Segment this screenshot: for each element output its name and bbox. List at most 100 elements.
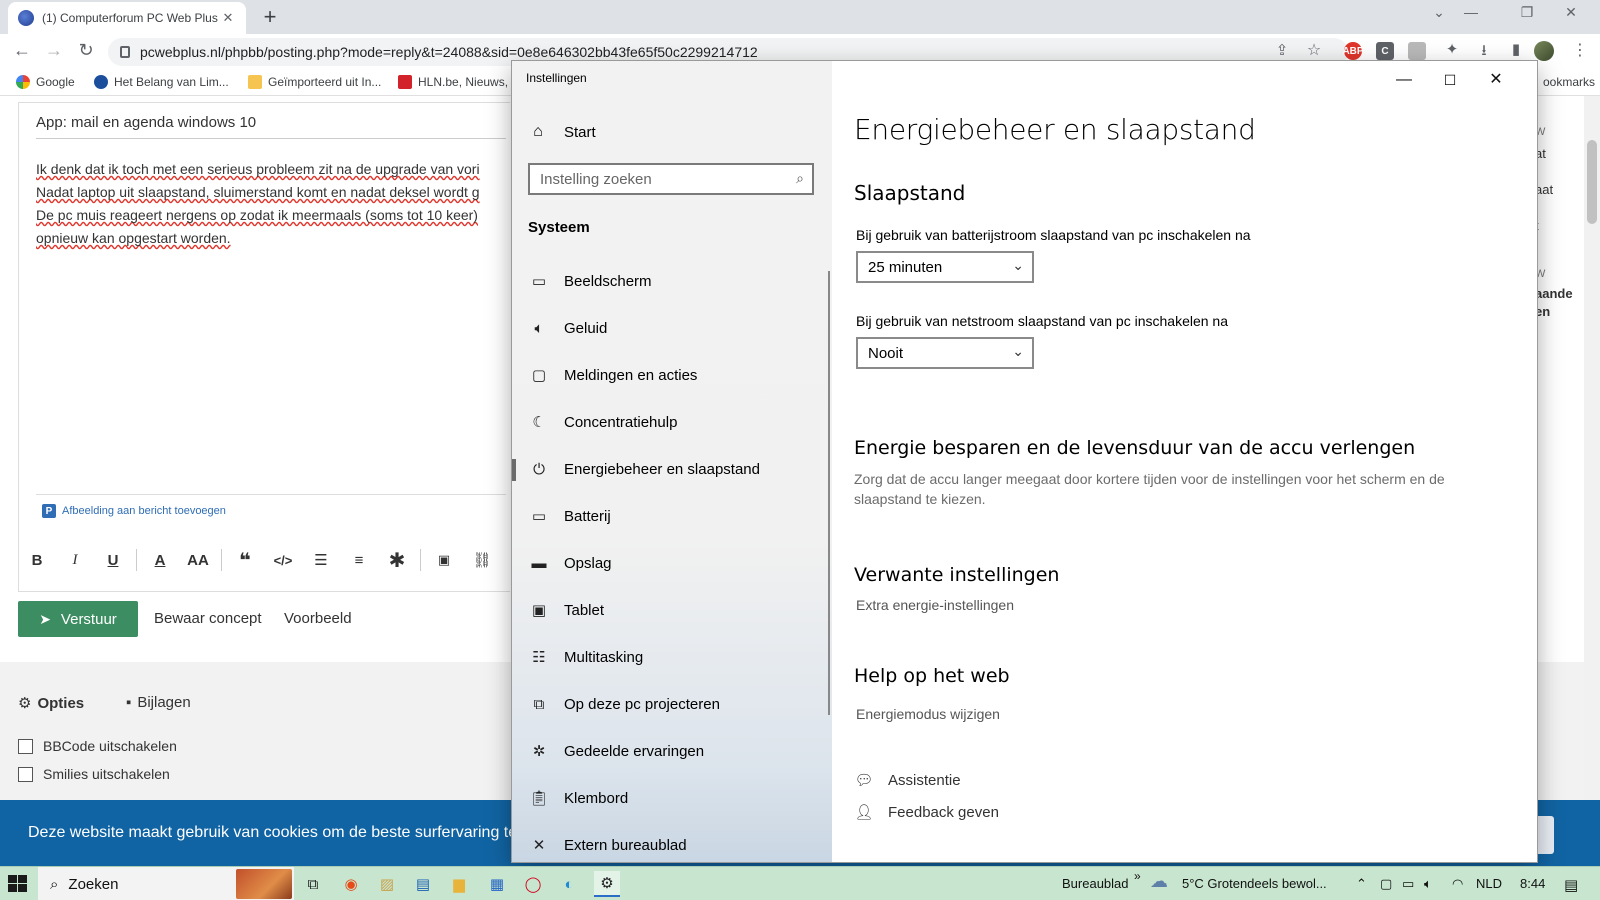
nav-item-beeldscherm[interactable]: ▭ Beeldscherm bbox=[528, 263, 828, 299]
bookmark-imported-folder[interactable]: Geïmporteerd uit In... bbox=[248, 75, 381, 89]
nav-item-energiebeheer[interactable]: ⏻ Energiebeheer en slaapstand bbox=[512, 451, 828, 487]
image-icon[interactable]: ▣ bbox=[425, 552, 463, 568]
maximize-button[interactable]: ☐ bbox=[1427, 65, 1473, 95]
bold-icon[interactable]: B bbox=[18, 552, 56, 569]
list-item-icon[interactable]: ✱ bbox=[378, 548, 416, 573]
bbcode-checkbox[interactable] bbox=[18, 738, 33, 754]
bullet-list-icon[interactable]: ☰ bbox=[302, 551, 340, 569]
tab-search-chevron-icon[interactable]: ⌄ bbox=[1424, 4, 1454, 21]
chrome-icon[interactable]: ◉ bbox=[338, 871, 364, 897]
smilies-checkbox[interactable] bbox=[18, 766, 33, 782]
attachments-tab[interactable]: ▪ Bijlagen bbox=[126, 694, 191, 711]
send-button[interactable]: ➤ Verstuur bbox=[18, 601, 138, 637]
browser-restore-button[interactable]: ❐ bbox=[1512, 4, 1542, 21]
extension-icon[interactable] bbox=[1408, 42, 1426, 60]
nav-item-gedeelde-ervaringen[interactable]: ✲ Gedeelde ervaringen bbox=[528, 733, 828, 769]
edge-icon[interactable]: ◐ bbox=[556, 871, 582, 897]
italic-icon[interactable]: I bbox=[56, 552, 94, 569]
browser-tab[interactable]: (1) Computerforum PC Web Plus ✕ bbox=[8, 2, 246, 34]
task-view-icon[interactable]: ⧉ bbox=[300, 871, 326, 897]
nav-item-concentratiehulp[interactable]: ☾ Concentratiehulp bbox=[528, 404, 828, 440]
weather-widget[interactable]: 5°C Grotendeels bewol... bbox=[1182, 876, 1327, 891]
battery-tray-icon[interactable]: ▭ bbox=[1402, 876, 1414, 892]
battery-sleep-dropdown[interactable]: 25 minuten ⌄ bbox=[856, 251, 1034, 283]
ac-sleep-dropdown[interactable]: Nooit ⌄ bbox=[856, 337, 1034, 369]
settings-app-icon[interactable]: ⚙ bbox=[594, 871, 620, 897]
preview-button[interactable]: Voorbeeld bbox=[284, 610, 352, 627]
extra-power-settings-link[interactable]: Extra energie-instellingen bbox=[856, 597, 1014, 613]
c-extension-icon[interactable]: C bbox=[1376, 42, 1394, 60]
message-body[interactable]: Ik denk dat ik toch met een serieus prob… bbox=[36, 158, 506, 250]
subject-field[interactable]: App: mail en agenda windows 10 bbox=[36, 114, 256, 131]
windows-start-icon[interactable] bbox=[8, 875, 28, 893]
add-image-link[interactable]: P Afbeelding aan bericht toevoegen bbox=[42, 504, 226, 518]
clock[interactable]: 8:44 bbox=[1520, 876, 1545, 891]
action-center-icon[interactable]: ▤ bbox=[1564, 876, 1578, 894]
nav-item-multitasking[interactable]: ☷ Multitasking bbox=[528, 639, 828, 675]
side-panel-icon[interactable]: ▮ bbox=[1504, 40, 1528, 58]
meet-now-icon[interactable]: ▢ bbox=[1380, 876, 1392, 892]
bookmark-hbvl[interactable]: Het Belang van Lim... bbox=[94, 75, 229, 89]
settings-search-input[interactable]: Instelling zoeken ⌕ bbox=[528, 163, 814, 195]
language-indicator[interactable]: NLD bbox=[1476, 876, 1502, 891]
desktop-toolbar-label[interactable]: Bureaublad bbox=[1062, 876, 1129, 891]
nav-item-extern-bureaublad[interactable]: ✕ Extern bureaublad bbox=[528, 827, 828, 862]
tray-chevron-icon[interactable]: ⌃ bbox=[1356, 876, 1367, 892]
search-icon: ⌕ bbox=[50, 875, 59, 893]
save-energy-heading: Energie besparen en de levensduur van de… bbox=[854, 437, 1416, 459]
smilies-option[interactable]: Smilies uitschakelen bbox=[18, 766, 170, 782]
store-icon[interactable]: ▦ bbox=[484, 871, 510, 897]
link-icon[interactable]: ⛓ bbox=[463, 551, 501, 569]
puzzle-extensions-icon[interactable]: ✦ bbox=[1440, 40, 1464, 58]
browser-menu-icon[interactable]: ⋮ bbox=[1568, 40, 1592, 60]
change-power-mode-link[interactable]: Energiemodus wijzigen bbox=[856, 706, 1000, 722]
quote-icon[interactable]: ❝ bbox=[226, 548, 264, 573]
file-explorer-icon[interactable]: ▆ bbox=[446, 871, 472, 897]
code-icon[interactable]: </> bbox=[264, 553, 302, 568]
reload-icon[interactable]: ↻ bbox=[74, 40, 98, 61]
save-draft-button[interactable]: Bewaar concept bbox=[154, 610, 262, 627]
get-help-link[interactable]: 💬︎ Assistentie bbox=[854, 771, 960, 790]
bookmark-hln[interactable]: HLN.be, Nieuws, bbox=[398, 75, 508, 89]
volume-icon[interactable]: 🔈︎ bbox=[1424, 876, 1432, 892]
nav-item-geluid[interactable]: 🔈︎ Geluid bbox=[528, 310, 828, 346]
bookmark-star-icon[interactable]: ☆ bbox=[1302, 40, 1326, 60]
profile-avatar[interactable] bbox=[1534, 41, 1554, 61]
minimize-button[interactable]: — bbox=[1381, 65, 1427, 95]
options-tab[interactable]: ⚙ Opties bbox=[18, 694, 84, 713]
browser-close-button[interactable]: ✕ bbox=[1556, 4, 1586, 21]
photos-app-icon[interactable]: ▨ bbox=[374, 871, 400, 897]
bbcode-option[interactable]: BBCode uitschakelen bbox=[18, 738, 177, 754]
window-title: Instellingen bbox=[526, 71, 587, 85]
adblock-extension-icon[interactable]: ABP bbox=[1342, 42, 1364, 60]
wifi-icon[interactable]: ◠ bbox=[1452, 876, 1463, 892]
nav-item-klembord[interactable]: 📋︎ Klembord bbox=[528, 780, 828, 816]
tab-close-icon[interactable]: ✕ bbox=[220, 10, 236, 26]
nav-home[interactable]: ⌂ Start bbox=[528, 123, 596, 141]
sidebar-scrollbar[interactable] bbox=[828, 271, 830, 715]
other-bookmarks[interactable]: ookmarks bbox=[1543, 75, 1595, 89]
share-icon[interactable]: ⇪ bbox=[1270, 41, 1294, 59]
nav-item-projecteren[interactable]: ⧉ Op deze pc projecteren bbox=[528, 686, 828, 722]
underline-icon[interactable]: U bbox=[94, 552, 132, 569]
mail-app-icon[interactable]: ▤ bbox=[410, 871, 436, 897]
nav-item-meldingen[interactable]: ▢ Meldingen en acties bbox=[528, 357, 828, 393]
scrollbar-thumb[interactable] bbox=[1587, 140, 1597, 224]
close-button[interactable]: ✕ bbox=[1473, 65, 1519, 95]
opera-icon[interactable]: ◯ bbox=[520, 871, 546, 897]
page-scrollbar[interactable] bbox=[1584, 96, 1600, 866]
new-tab-button[interactable]: + bbox=[258, 4, 282, 30]
back-arrow-icon[interactable]: ← bbox=[10, 40, 34, 61]
nav-item-opslag[interactable]: ▬ Opslag bbox=[528, 545, 828, 581]
nav-item-label: Tablet bbox=[564, 601, 605, 619]
toolbar-chevron-icon[interactable]: » bbox=[1134, 869, 1141, 883]
nav-item-tablet[interactable]: ▣ Tablet bbox=[528, 592, 828, 628]
feedback-link[interactable]: 👤︎ Feedback geven bbox=[854, 803, 998, 822]
font-size-icon[interactable]: AA bbox=[179, 552, 217, 569]
nav-item-batterij[interactable]: ▭ Batterij bbox=[528, 498, 828, 534]
numbered-list-icon[interactable]: ≡ bbox=[340, 552, 378, 569]
font-color-icon[interactable]: A bbox=[141, 552, 179, 569]
forward-arrow-icon[interactable]: → bbox=[42, 40, 66, 61]
bookmark-google[interactable]: Google bbox=[16, 75, 75, 89]
browser-minimize-button[interactable]: — bbox=[1456, 4, 1486, 20]
